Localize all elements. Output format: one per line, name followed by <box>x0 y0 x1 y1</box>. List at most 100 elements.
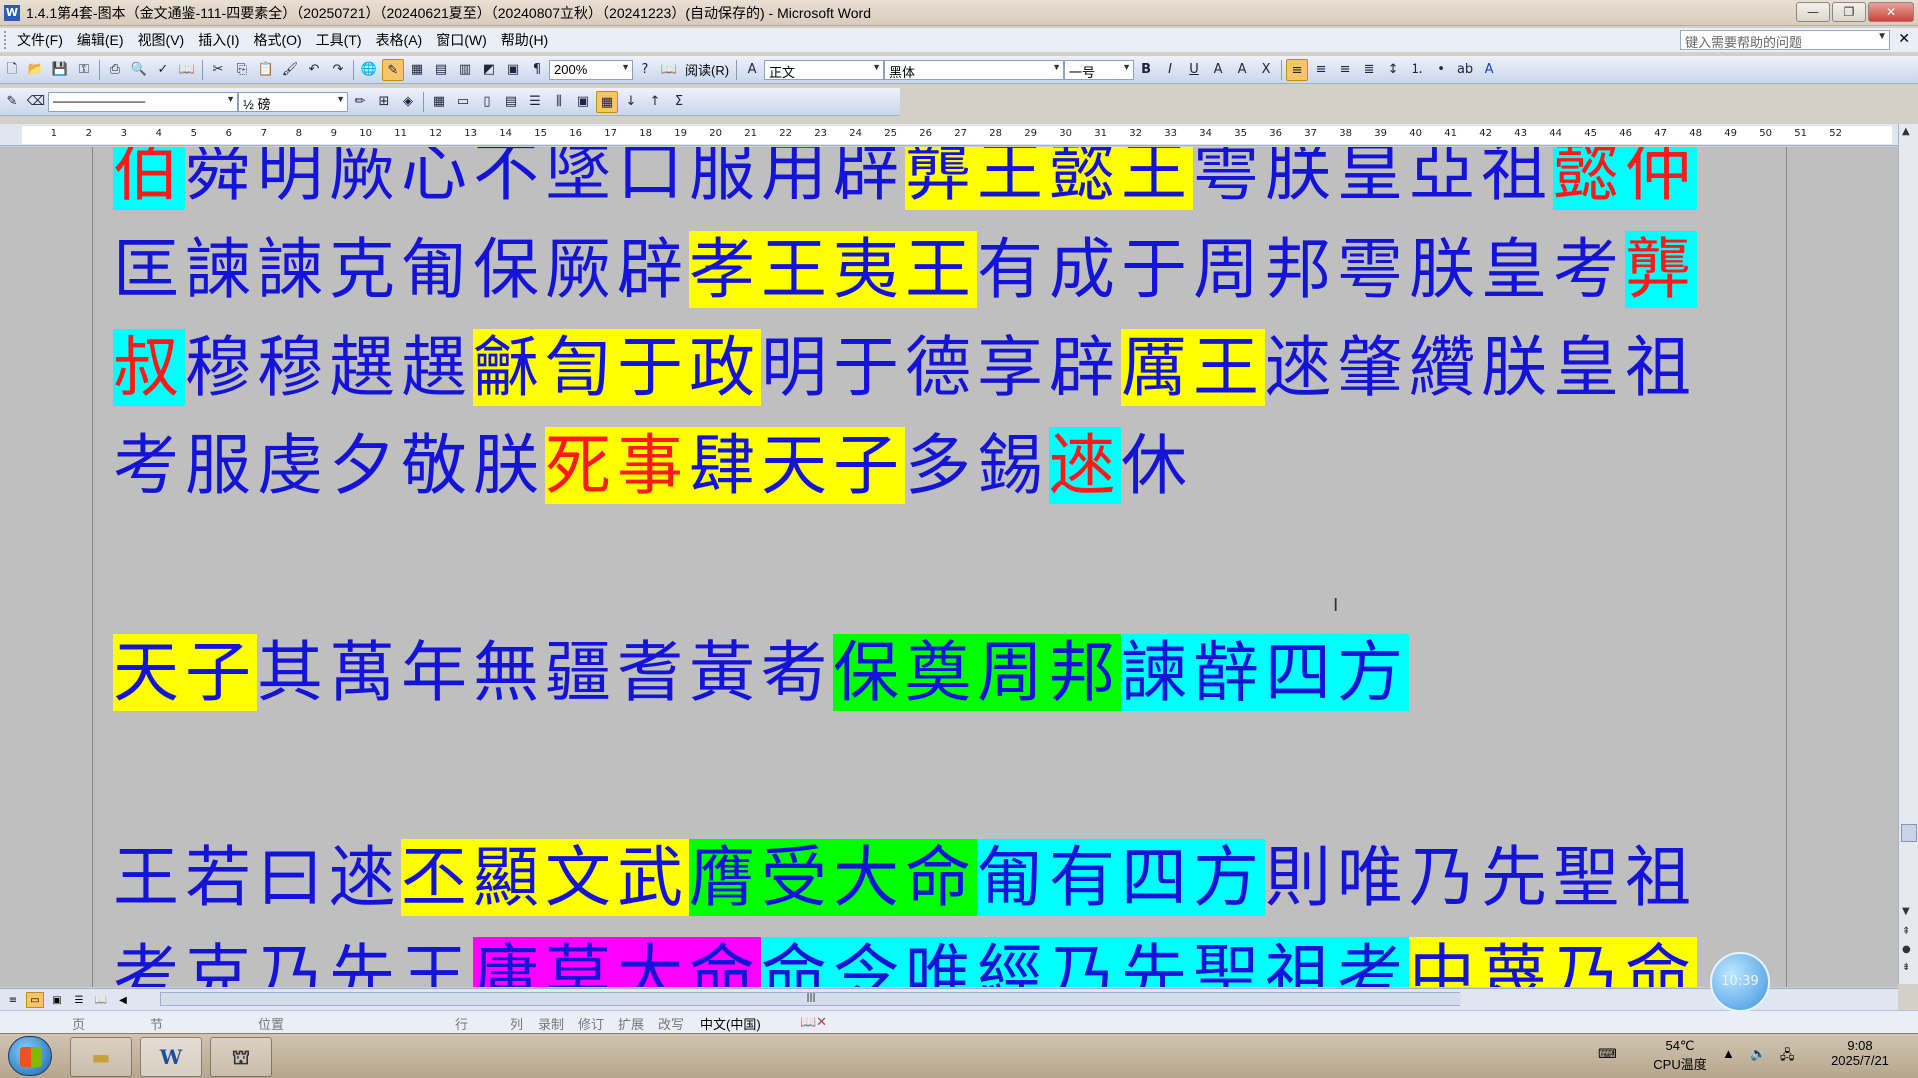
open-folder-icon[interactable]: 📂 <box>25 59 47 81</box>
text-run[interactable]: 考服虔夕敬朕 <box>113 427 545 504</box>
style-select[interactable]: 正文 ▼ <box>764 59 885 80</box>
volume-icon[interactable]: 🔊 <box>1750 1046 1766 1062</box>
line-spacing-icon[interactable]: ↕ <box>1382 59 1404 81</box>
research-icon[interactable]: 📖 <box>176 59 198 81</box>
text-run[interactable]: 則唯乃先聖祖 <box>1265 839 1697 916</box>
start-button[interactable] <box>8 1036 52 1076</box>
text-run[interactable]: 保奠周邦 <box>833 634 1121 711</box>
text-run[interactable]: 庸莫大命 <box>473 937 761 987</box>
text-run[interactable]: 孝王夷王 <box>689 231 977 308</box>
text-run[interactable]: 龢訇于政 <box>473 329 761 406</box>
insert-excel-icon[interactable]: ▤ <box>430 59 452 81</box>
font-select[interactable]: 黑体 ▼ <box>884 59 1065 80</box>
align-right-icon[interactable]: ≡ <box>1334 59 1356 81</box>
chevron-down-icon[interactable]: ▼ <box>336 94 345 104</box>
zoom-select[interactable]: 200% ▼ <box>549 59 633 80</box>
status-revise[interactable]: 修订 <box>578 1014 604 1033</box>
new-document-icon[interactable]: 🗋 <box>1 59 23 81</box>
text-run[interactable]: 舜明厥心不墜口服用辟 <box>185 147 905 210</box>
scroll-left-icon[interactable]: ◀ <box>114 992 132 1008</box>
show-hide-icon[interactable]: ¶ <box>526 59 548 81</box>
undo-icon[interactable]: ↶ <box>303 59 325 81</box>
merge-cells-icon[interactable]: ▭ <box>452 91 474 113</box>
char-border-icon[interactable]: A <box>1207 59 1229 81</box>
status-overwrite[interactable]: 改写 <box>658 1014 684 1033</box>
text-run[interactable]: 有成于周邦雩朕皇考 <box>977 231 1625 308</box>
align-center-icon[interactable]: ≡ <box>1310 59 1332 81</box>
browse-object-icon[interactable]: ● <box>1902 944 1911 955</box>
columns-icon[interactable]: ▥ <box>454 59 476 81</box>
horizontal-ruler[interactable]: 1 2 3 4 5 6 7 8 9 10 11 12 13 14 15 16 17 18 19 20 21 22 23 24 2… <box>0 124 1918 146</box>
menu-view[interactable]: 视图(V) <box>131 30 192 50</box>
tables-borders-icon[interactable]: ✎ <box>382 58 404 81</box>
text-run[interactable]: 雩朕皇亞祖 <box>1193 147 1553 210</box>
align-left-icon[interactable]: ≡ <box>1286 58 1309 81</box>
text-run[interactable]: 龏王懿王 <box>905 147 1193 210</box>
text-run[interactable]: 諫辪四方 <box>1121 634 1409 711</box>
menu-window[interactable]: 窗口(W) <box>429 30 494 50</box>
drawing-icon[interactable]: ◩ <box>478 59 500 81</box>
text-line[interactable]: 考服虔夕敬朕死事肆天子多錫逨休 <box>113 425 1193 507</box>
text-line[interactable]: 考克乃先王庸莫大命命令唯經乃先聖祖考中蔑乃命 <box>113 935 1697 987</box>
chevron-down-icon[interactable]: ▼ <box>872 62 881 72</box>
status-record[interactable]: 录制 <box>538 1014 564 1033</box>
menu-insert[interactable]: 插入(I) <box>191 30 246 50</box>
chevron-down-icon[interactable]: ▼ <box>1122 62 1131 72</box>
menu-tools[interactable]: 工具(T) <box>309 30 369 50</box>
cpu-temp-widget[interactable]: 54℃ CPU温度 <box>1650 1038 1710 1073</box>
font-color-icon[interactable]: A <box>1478 59 1500 81</box>
web-layout-icon[interactable]: ▣ <box>48 992 66 1008</box>
show-gridlines-icon[interactable]: ▦ <box>596 90 618 113</box>
text-run[interactable]: 休 <box>1121 427 1193 504</box>
justify-icon[interactable]: ≣ <box>1358 59 1380 81</box>
numbering-icon[interactable]: ⒈ <box>1406 59 1428 81</box>
redo-icon[interactable]: ↷ <box>327 59 349 81</box>
maximize-button[interactable]: ❐ <box>1832 2 1866 22</box>
tray-clock[interactable]: 9:08 2025/7/21 <box>1815 1038 1905 1068</box>
hscroll-thumb[interactable]: ||| <box>161 993 1461 1005</box>
insert-table-icon[interactable]: ▦ <box>406 59 428 81</box>
text-line[interactable]: 伯舜明厥心不墜口服用辟龏王懿王雩朕皇亞祖懿仲 <box>113 147 1697 213</box>
autosum-icon[interactable]: Σ <box>668 91 690 113</box>
paste-icon[interactable]: 📋 <box>255 59 277 81</box>
text-run[interactable]: 丕顯文武 <box>401 839 689 916</box>
line-style-select[interactable]: ────────── ▼ <box>48 91 238 112</box>
normal-view-icon[interactable]: ≡ <box>4 992 22 1008</box>
status-extend[interactable]: 扩展 <box>618 1014 644 1033</box>
border-color-icon[interactable]: ✏ <box>349 91 371 113</box>
prev-page-icon[interactable]: ⇞ <box>1902 926 1910 937</box>
highlight-icon[interactable]: ab <box>1454 59 1476 81</box>
taskbar-word[interactable]: W <box>140 1037 202 1077</box>
font-size-select[interactable]: 一号 ▼ <box>1064 59 1135 80</box>
shading-color-icon[interactable]: ◈ <box>397 91 419 113</box>
chevron-down-icon[interactable]: ▼ <box>621 62 630 72</box>
char-shading-icon[interactable]: A <box>1231 59 1253 81</box>
align-cell-icon[interactable]: ▤ <box>500 91 522 113</box>
read-mode-button[interactable]: 阅读(R) <box>681 60 733 79</box>
text-run[interactable]: 考克乃先王 <box>113 937 473 987</box>
text-run[interactable]: 懿仲 <box>1553 147 1697 210</box>
chevron-down-icon[interactable]: ▼ <box>1877 31 1887 42</box>
bold-button[interactable]: B <box>1135 59 1157 81</box>
text-line[interactable]: 匡諫諫克匍保厥辟孝王夷王有成于周邦雩朕皇考龏 <box>113 229 1697 311</box>
text-run[interactable]: 其萬年無疆耆黃耇 <box>257 634 833 711</box>
menu-help[interactable]: 帮助(H) <box>494 30 555 50</box>
text-line[interactable]: 叔穆穆趩趩龢訇于政明于德享辟厲王逨肇纘朕皇祖 <box>113 327 1697 409</box>
next-page-icon[interactable]: ⇟ <box>1902 962 1910 973</box>
bullets-icon[interactable]: • <box>1430 59 1452 81</box>
distribute-rows-icon[interactable]: ☰ <box>524 91 546 113</box>
cut-icon[interactable]: ✂ <box>207 59 229 81</box>
save-icon[interactable]: 💾 <box>49 59 71 81</box>
menu-table[interactable]: 表格(A) <box>369 30 430 50</box>
permission-icon[interactable]: ⚿ <box>73 59 95 81</box>
text-run[interactable]: 天子 <box>113 634 257 711</box>
menu-file[interactable]: 文件(F) <box>10 30 70 50</box>
read-mode-icon[interactable]: 📖 <box>658 59 680 81</box>
tray-expand-icon[interactable]: ▲ <box>1722 1046 1735 1061</box>
text-run[interactable]: 逨 <box>1049 427 1121 504</box>
split-cells-icon[interactable]: ▯ <box>476 91 498 113</box>
autoformat-icon[interactable]: ▣ <box>572 91 594 113</box>
text-run[interactable]: 死事 <box>545 427 689 504</box>
insert-table2-icon[interactable]: ▦ <box>428 91 450 113</box>
outline-view-icon[interactable]: ☰ <box>70 992 88 1008</box>
